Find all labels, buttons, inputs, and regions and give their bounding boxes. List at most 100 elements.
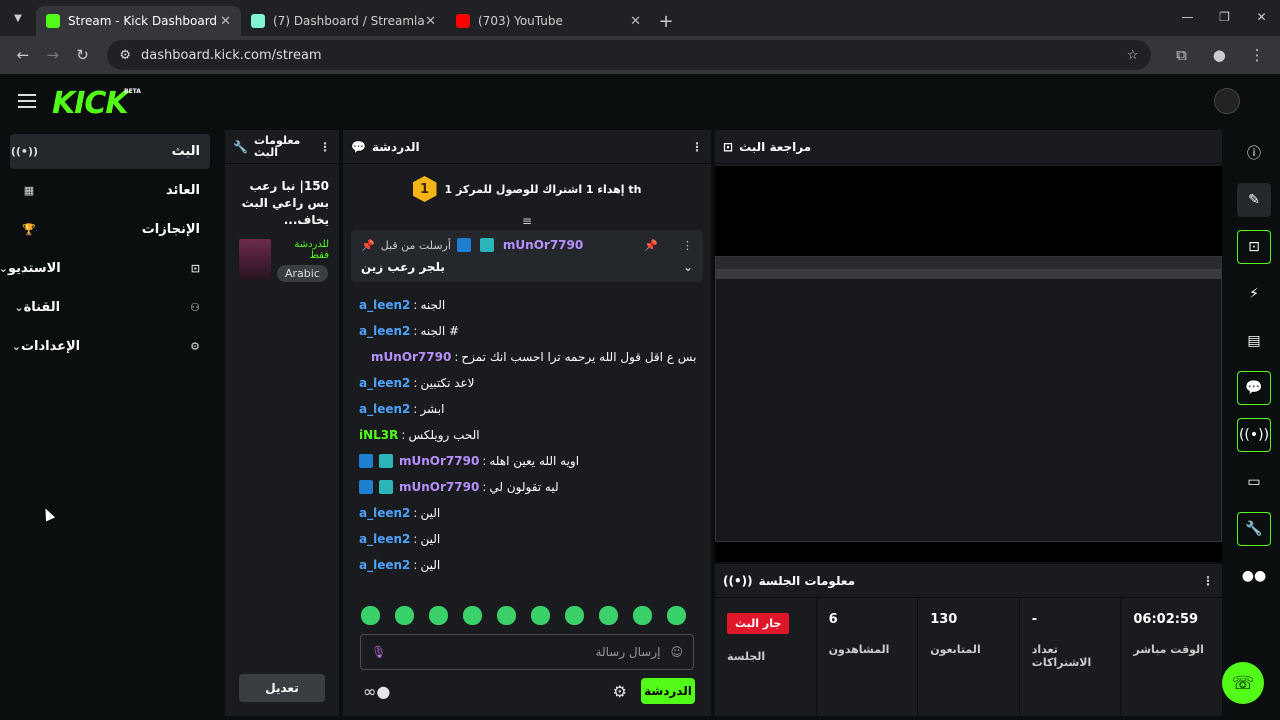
emote-button[interactable] xyxy=(565,606,584,625)
chat-username[interactable]: a_leen2 xyxy=(359,298,410,312)
back-icon[interactable]: ← xyxy=(8,40,38,70)
profile-avatar[interactable]: ● xyxy=(1204,40,1234,70)
chevron-down-icon[interactable]: ⌄ xyxy=(683,260,693,274)
chat-message: a_leen2: الين xyxy=(359,500,695,526)
chat-separator: : xyxy=(482,480,487,494)
panel-menu-icon[interactable]: ⋮ xyxy=(691,140,703,154)
emoji-icon[interactable]: ☺ xyxy=(670,645,683,659)
collapse-handle-icon[interactable]: ≡ xyxy=(343,214,711,228)
site-info-icon[interactable]: ⚙ xyxy=(119,48,131,63)
microphone-icon[interactable]: 🎙 xyxy=(371,645,386,659)
kick-logo[interactable]: KICK xyxy=(52,86,129,121)
chat-settings-gear-icon[interactable]: ⚙ xyxy=(613,682,627,701)
sidebar-item-settings[interactable]: ⚙ الإعدادات ⌄ xyxy=(10,329,210,364)
forward-icon[interactable]: → xyxy=(38,40,68,70)
emote-button[interactable] xyxy=(463,606,482,625)
document-icon[interactable]: ▤ xyxy=(1237,324,1271,358)
chat-text: الين xyxy=(420,506,441,520)
sidebar-item-label: الاستديو xyxy=(8,261,61,276)
tab-search-button[interactable]: ▼ xyxy=(0,0,36,36)
chat-username[interactable]: iNL3R xyxy=(359,428,398,442)
new-tab-button[interactable]: + xyxy=(651,6,681,36)
reload-icon[interactable]: ↻ xyxy=(68,40,98,70)
chat-username[interactable]: a_leen2 xyxy=(359,324,410,338)
category-name[interactable]: للدردشة فقط xyxy=(277,239,329,261)
chat-username[interactable]: a_leen2 xyxy=(359,532,410,546)
close-tab-icon[interactable]: ✕ xyxy=(425,14,436,29)
restore-icon[interactable]: ❐ xyxy=(1206,0,1243,34)
bookmark-star-icon[interactable]: ☆ xyxy=(1127,48,1139,63)
sidebar-item-revenue[interactable]: العائد ▦ xyxy=(10,173,210,208)
edit-stream-button[interactable]: تعديل xyxy=(239,674,325,702)
chat-input[interactable]: 🎙 إرسال رسالة ☺ xyxy=(360,634,694,670)
followers-value: 130 xyxy=(930,612,958,627)
chat-username[interactable]: mUnOr7790 xyxy=(371,350,451,364)
sidebar-item-channel[interactable]: ⚇ القناة ⌄ xyxy=(10,290,210,325)
broadcast-icon[interactable]: ((•)) xyxy=(1237,418,1271,452)
wrench-icon[interactable]: 🔧 xyxy=(1237,512,1271,546)
chat-username[interactable]: a_leen2 xyxy=(359,558,410,572)
chat-separator: : xyxy=(401,428,406,442)
emote-button[interactable] xyxy=(395,606,414,625)
emote-button[interactable] xyxy=(599,606,618,625)
chat-text: الجنه # xyxy=(420,324,460,338)
chat-username[interactable]: mUnOr7790 xyxy=(399,454,479,468)
chat-separator: : xyxy=(454,350,459,364)
close-window-icon[interactable]: ✕ xyxy=(1243,0,1280,34)
chat-icon[interactable]: 💬 xyxy=(1237,371,1271,405)
subs-label: تعداد الاشتراكات xyxy=(1031,643,1092,669)
pinned-user[interactable]: mUnOr7790 xyxy=(503,238,583,252)
chat-username[interactable]: mUnOr7790 xyxy=(399,480,479,494)
chat-text: الجنه xyxy=(420,298,446,312)
user-avatar[interactable] xyxy=(1214,88,1240,114)
layout-icon[interactable]: ▭ xyxy=(1237,465,1271,499)
session-status-cell: جار البث الجلسة xyxy=(715,598,817,716)
dots-icon[interactable]: ●● xyxy=(1237,559,1271,593)
close-tab-icon[interactable]: ✕ xyxy=(220,14,231,29)
sidebar-item-stream[interactable]: البث ((•)) xyxy=(10,134,210,169)
chat-username[interactable]: a_leen2 xyxy=(359,402,410,416)
tab-streamlabs[interactable]: (7) Dashboard / Streamlabs ✕ xyxy=(241,6,446,36)
subs-value: - xyxy=(1031,612,1038,627)
send-chat-button[interactable]: الدردشة xyxy=(641,678,695,704)
window-controls: — ❐ ✕ xyxy=(1169,0,1280,34)
session-label: الجلسة xyxy=(727,650,766,663)
emote-button[interactable] xyxy=(531,606,550,625)
edit-icon[interactable]: ✎ xyxy=(1237,183,1271,217)
emote-button[interactable] xyxy=(633,606,652,625)
pinned-menu-icon[interactable]: ⋮ xyxy=(682,239,693,252)
chat-username[interactable]: a_leen2 xyxy=(359,506,410,520)
omnibox[interactable]: ⚙ dashboard.kick.com/stream ☆ xyxy=(107,40,1151,70)
stream-preview-video[interactable] xyxy=(715,166,1222,562)
browser-menu-icon[interactable]: ⋮ xyxy=(1242,40,1272,70)
chat-username[interactable]: a_leen2 xyxy=(359,376,410,390)
url-text: dashboard.kick.com/stream xyxy=(141,47,322,63)
emote-button[interactable] xyxy=(497,606,516,625)
pinned-by-label: أرسلت من قبل xyxy=(380,238,451,252)
sidebar-item-achievements[interactable]: الإنجازات 🏆 xyxy=(10,212,210,247)
extensions-icon[interactable]: ⧉ xyxy=(1167,40,1197,70)
sub-goal: 1 إهداء 1 اشتراك للوصول للمركز 1 th xyxy=(343,164,711,214)
close-tab-icon[interactable]: ✕ xyxy=(630,14,641,29)
tab-youtube[interactable]: (703) YouTube ✕ xyxy=(446,6,651,36)
camera-icon[interactable]: ⊡ xyxy=(1237,230,1271,264)
kick-points-icon[interactable]: ∞● xyxy=(363,682,390,701)
kick-header: KICK BETA xyxy=(0,74,1280,130)
hamburger-menu-icon[interactable] xyxy=(18,94,36,108)
emote-button[interactable] xyxy=(667,606,686,625)
panel-menu-icon[interactable]: ⋮ xyxy=(1202,574,1214,588)
chat-separator: : xyxy=(413,376,418,390)
emote-button[interactable] xyxy=(429,606,448,625)
unpin-icon[interactable]: 📌 xyxy=(644,239,658,252)
chat-message: a_leen2: ابشر xyxy=(359,396,695,422)
emote-button[interactable] xyxy=(361,606,380,625)
panel-menu-icon[interactable]: ⋮ xyxy=(319,140,331,154)
chevron-down-icon: ⌄ xyxy=(14,301,24,314)
info-icon[interactable]: ⓘ xyxy=(1237,136,1271,170)
minimize-icon[interactable]: — xyxy=(1169,0,1206,34)
tab-kick-dashboard[interactable]: Stream - Kick Dashboard ✕ xyxy=(36,6,241,36)
sidebar-item-studio[interactable]: ⊡ الاستديو ⌄ xyxy=(0,251,210,286)
chat-text: اويه الله يعين اهله xyxy=(489,454,580,468)
lightning-icon[interactable]: ⚡ xyxy=(1237,277,1271,311)
help-chat-button[interactable]: ☏ xyxy=(1222,662,1264,704)
